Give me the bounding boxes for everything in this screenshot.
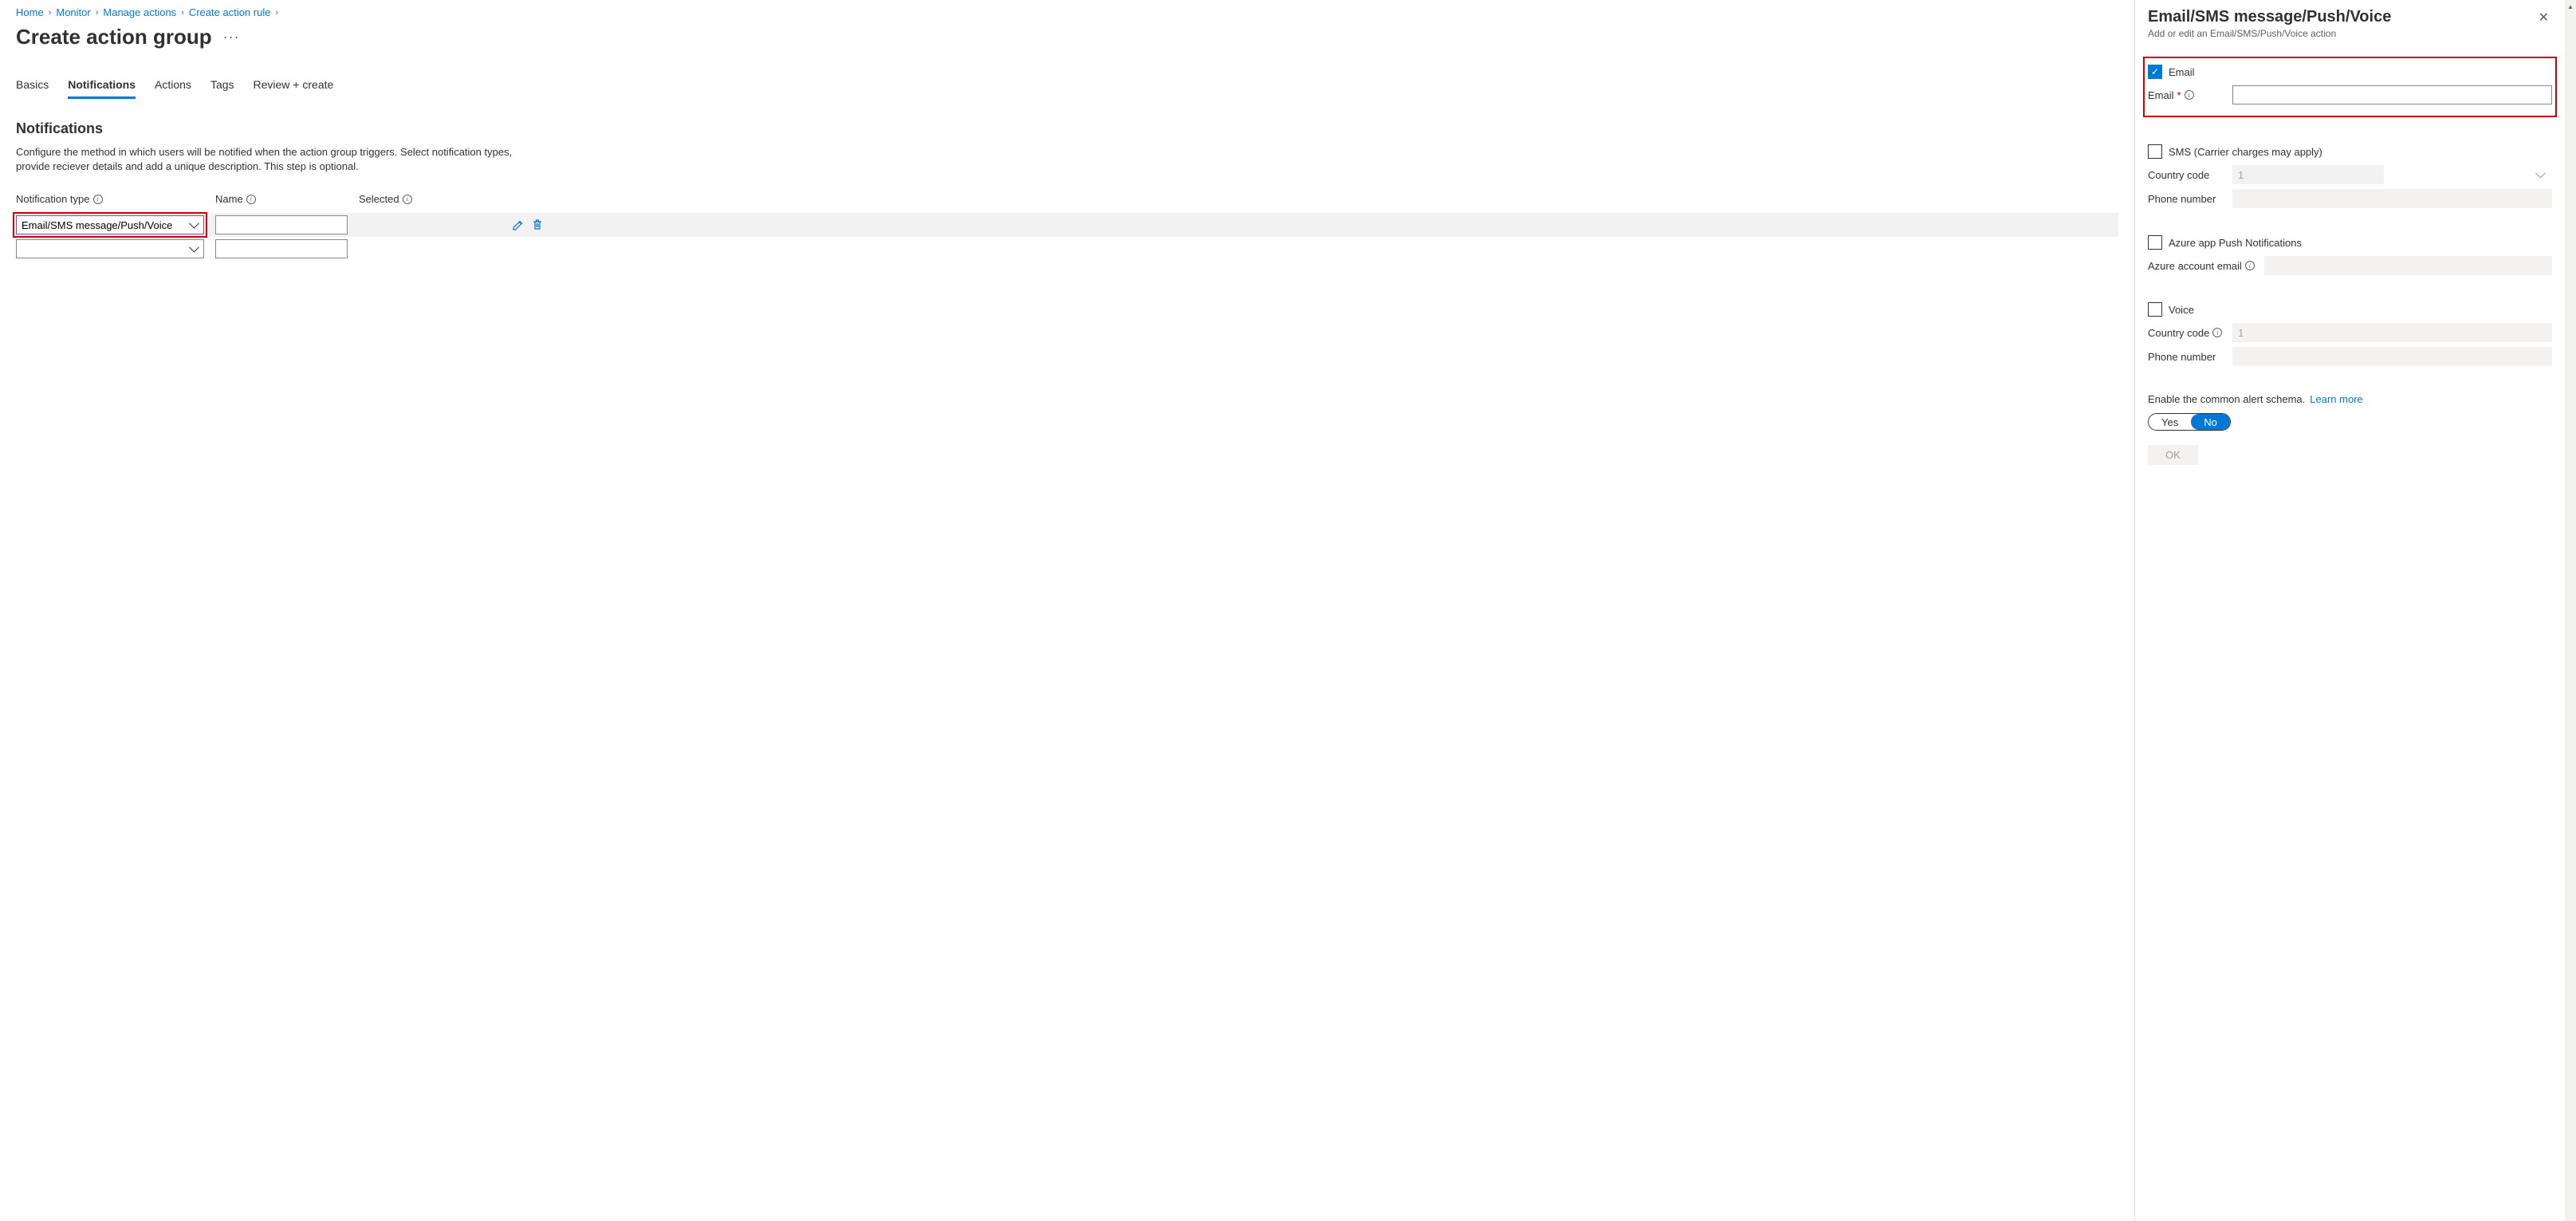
schema-toggle-yes[interactable]: Yes: [2149, 414, 2191, 430]
tab-review-create[interactable]: Review + create: [254, 73, 334, 99]
tab-bar: Basics Notifications Actions Tags Review…: [16, 73, 2118, 100]
table-row: [16, 213, 2118, 237]
section-title: Notifications: [16, 120, 2118, 137]
th-label: Name: [215, 193, 243, 205]
phone-number-label: Phone number: [2148, 351, 2228, 363]
voice-phone-input: [2232, 347, 2552, 366]
breadcrumb-manage-actions[interactable]: Manage actions: [103, 6, 176, 18]
notification-name-input[interactable]: [215, 239, 348, 258]
voice-country-code-input: [2232, 323, 2552, 342]
breadcrumb-create-action-rule[interactable]: Create action rule: [189, 6, 271, 18]
section-description: Configure the method in which users will…: [16, 145, 542, 174]
th-label: Notification type: [16, 193, 90, 205]
notification-type-select[interactable]: [16, 215, 204, 234]
page-title: Create action group: [16, 25, 212, 49]
schema-toggle: Yes No: [2148, 413, 2231, 431]
azure-account-email-label: Azure account email i: [2148, 260, 2259, 272]
pane-header: Email/SMS message/Push/Voice Add or edit…: [2135, 0, 2565, 45]
info-icon[interactable]: i: [246, 195, 256, 204]
push-check-label: Azure app Push Notifications: [2169, 237, 2302, 249]
schema-row: Enable the common alert schema. Learn mo…: [2148, 393, 2552, 405]
azure-account-email-input: [2264, 256, 2552, 275]
breadcrumb: Home › Monitor › Manage actions › Create…: [16, 6, 2118, 18]
chevron-right-icon: ›: [275, 8, 278, 18]
email-input[interactable]: [2232, 85, 2552, 104]
breadcrumb-monitor[interactable]: Monitor: [56, 6, 90, 18]
more-actions-button[interactable]: ···: [223, 29, 240, 45]
page-title-row: Create action group ···: [16, 25, 2118, 49]
push-checkbox[interactable]: [2148, 235, 2162, 250]
email-field-label: Email * i: [2148, 89, 2228, 101]
chevron-right-icon: ›: [49, 8, 52, 18]
country-code-label: Country code i: [2148, 327, 2228, 339]
email-group: ✓ Email Email * i: [2148, 57, 2552, 117]
tab-basics[interactable]: Basics: [16, 73, 49, 99]
row-actions: [359, 219, 550, 231]
voice-group: Voice Country code i Phone number: [2148, 302, 2552, 366]
notification-type-select-wrap: [16, 215, 204, 234]
voice-check-label: Voice: [2169, 304, 2194, 316]
main-pane: Home › Monitor › Manage actions › Create…: [0, 0, 2134, 1221]
pane-subtitle: Add or edit an Email/SMS/Push/Voice acti…: [2148, 28, 2391, 39]
info-icon[interactable]: i: [2185, 90, 2194, 100]
chevron-right-icon: ›: [181, 8, 184, 18]
label-text: Azure account email: [2148, 260, 2242, 272]
tab-notifications[interactable]: Notifications: [68, 73, 136, 99]
delete-icon[interactable]: [531, 219, 544, 231]
ok-button[interactable]: OK: [2148, 445, 2198, 465]
tab-actions[interactable]: Actions: [155, 73, 191, 99]
sms-group: SMS (Carrier charges may apply) Country …: [2148, 144, 2552, 208]
th-notification-type: Notification type i: [16, 193, 215, 205]
sms-check-label: SMS (Carrier charges may apply): [2169, 146, 2322, 158]
pane-body: ✓ Email Email * i SMS (Carrier charges m…: [2135, 45, 2565, 1221]
learn-more-link[interactable]: Learn more: [2310, 393, 2362, 405]
phone-number-label: Phone number: [2148, 193, 2228, 205]
label-text: Country code: [2148, 327, 2209, 339]
close-icon[interactable]: ✕: [2535, 8, 2552, 27]
notification-type-select[interactable]: [16, 239, 204, 258]
voice-checkbox[interactable]: [2148, 302, 2162, 317]
pane-title: Email/SMS message/Push/Voice: [2148, 8, 2391, 26]
label-text: Email: [2148, 89, 2174, 101]
push-group: Azure app Push Notifications Azure accou…: [2148, 235, 2552, 275]
th-label: Selected: [359, 193, 399, 205]
info-icon[interactable]: i: [93, 195, 103, 204]
sms-country-code-select: [2232, 165, 2384, 184]
country-code-label: Country code: [2148, 169, 2228, 181]
email-highlight: ✓ Email Email * i: [2143, 57, 2557, 117]
tab-tags[interactable]: Tags: [210, 73, 234, 99]
breadcrumb-home[interactable]: Home: [16, 6, 44, 18]
info-icon[interactable]: i: [403, 195, 412, 204]
sms-checkbox[interactable]: [2148, 144, 2162, 159]
scrollbar-track[interactable]: [2565, 13, 2576, 1221]
notification-type-select-wrap: [16, 239, 204, 258]
chevron-right-icon: ›: [96, 8, 99, 18]
scrollbar[interactable]: ▲: [2565, 0, 2576, 1221]
email-checkbox[interactable]: ✓: [2148, 65, 2162, 79]
required-mark: *: [2177, 89, 2181, 101]
email-check-label: Email: [2169, 66, 2195, 78]
sms-phone-input: [2232, 189, 2552, 208]
edit-icon[interactable]: [512, 219, 525, 231]
table-header: Notification type i Name i Selected i: [16, 193, 2118, 205]
th-selected: Selected i: [359, 193, 550, 205]
table-body: [16, 213, 2118, 261]
notification-name-input[interactable]: [215, 215, 348, 234]
info-icon[interactable]: i: [2245, 261, 2255, 270]
table-row: [16, 237, 2118, 261]
side-pane: Email/SMS message/Push/Voice Add or edit…: [2134, 0, 2565, 1221]
scroll-up-icon[interactable]: ▲: [2565, 0, 2576, 13]
schema-text: Enable the common alert schema.: [2148, 393, 2305, 405]
th-name: Name i: [215, 193, 359, 205]
schema-toggle-no[interactable]: No: [2191, 414, 2230, 430]
info-icon[interactable]: i: [2212, 328, 2222, 337]
